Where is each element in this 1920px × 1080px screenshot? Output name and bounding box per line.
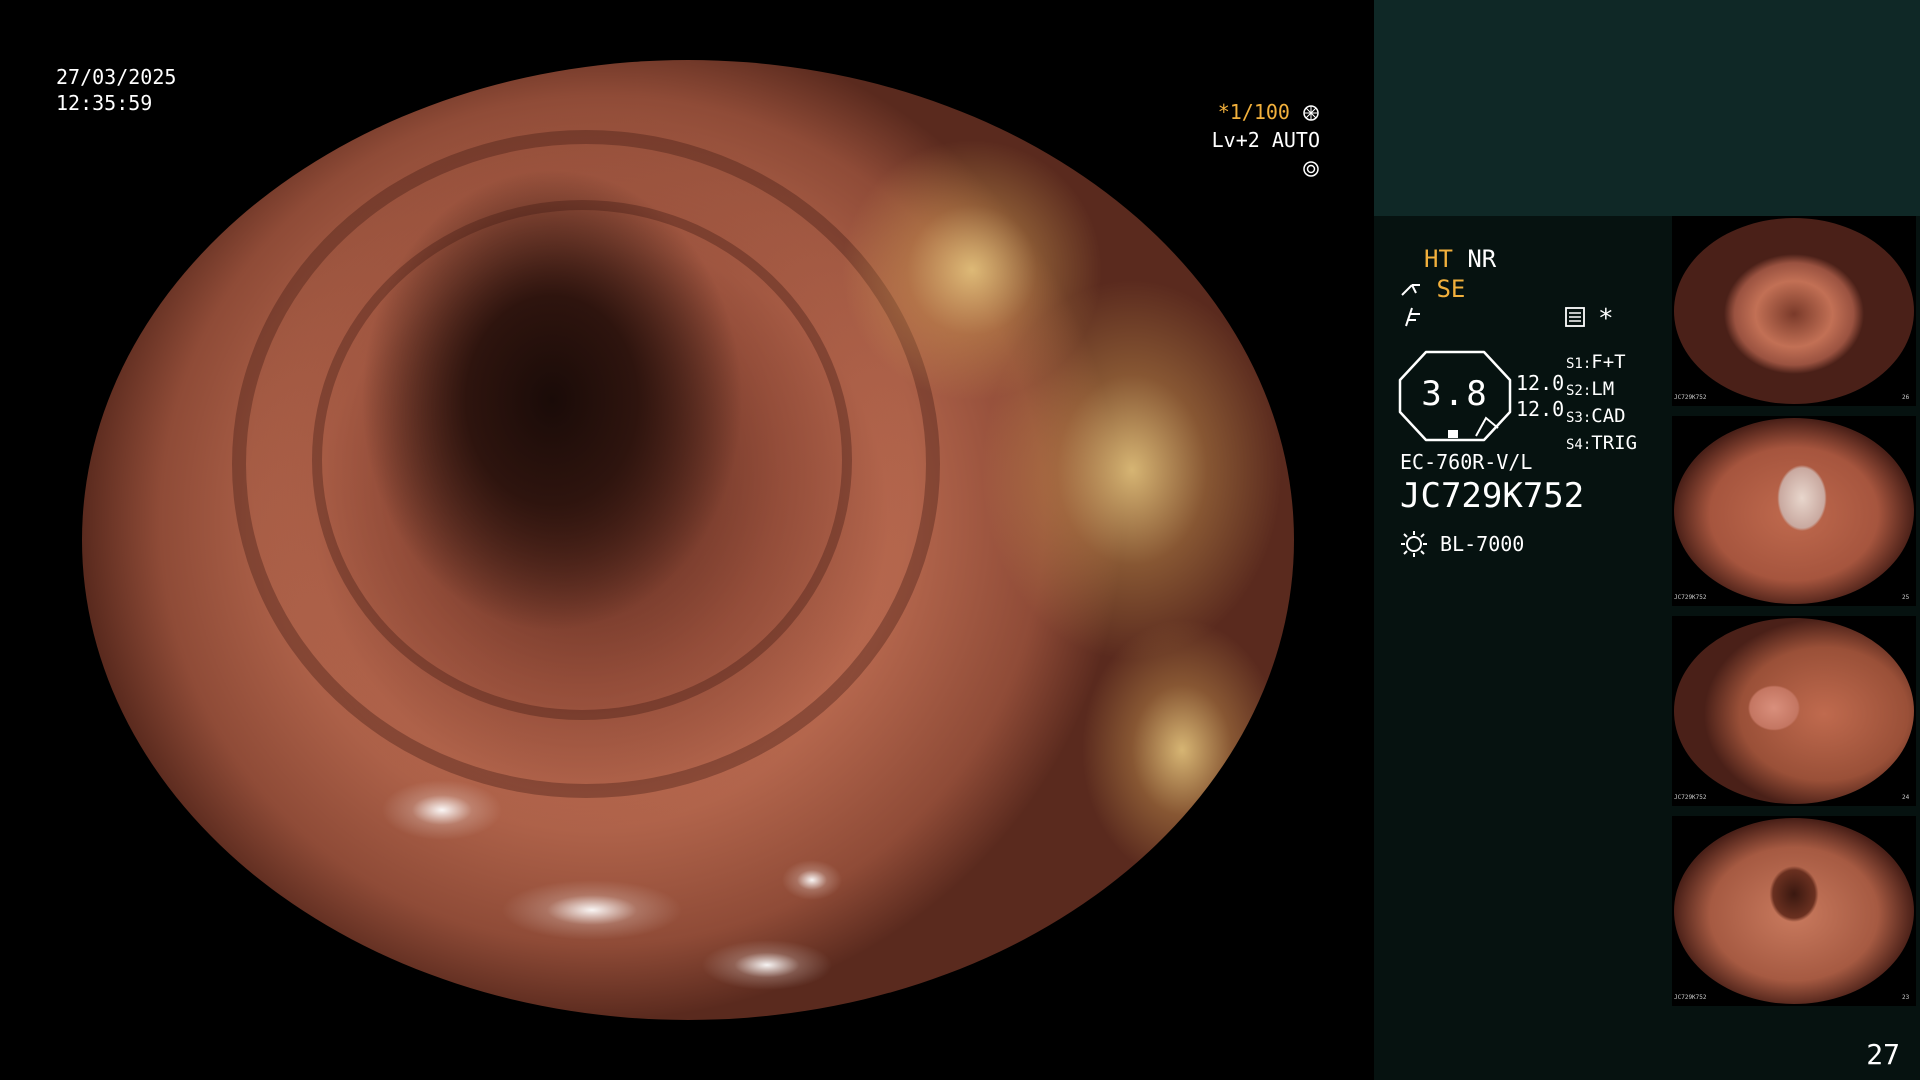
gauge-right-1: 12.0 — [1516, 371, 1565, 395]
ht-flag: HT — [1424, 245, 1453, 273]
time-text: 12:35:59 — [56, 91, 153, 115]
thumbnail[interactable]: JC729K752 25 — [1672, 416, 1916, 606]
switch-list: S1:F+T S2:LM S3:CAD S4:TRIG — [1566, 350, 1637, 458]
light-reflection — [382, 780, 502, 840]
scope-model: EC-760R-V/L — [1400, 450, 1533, 474]
endoscope-main-view — [82, 60, 1294, 1020]
switch-row: S4:TRIG — [1566, 432, 1638, 454]
switch-row: S1:F+T — [1566, 351, 1626, 373]
gauge-right: 12.0 12.0 — [1516, 370, 1564, 422]
thumbnail[interactable]: JC729K752 24 — [1672, 616, 1916, 806]
switch-row: S3:CAD — [1566, 405, 1626, 427]
thumbnail-image — [1674, 218, 1914, 404]
thumbnail-label: JC729K752 — [1674, 794, 1707, 801]
auto-icon — [1302, 156, 1320, 180]
thumbnail-index: 25 — [1902, 594, 1910, 601]
hud-flags: HT NR — [1424, 244, 1496, 274]
thumbnail-label: JC729K752 — [1674, 594, 1707, 601]
thumbnail[interactable]: JC729K752 23 — [1672, 816, 1916, 1006]
lumen-fold — [312, 200, 852, 720]
exposure-readout: *1/100 Lv+2 AUTO — [1196, 98, 1320, 182]
thumbnail-image — [1674, 818, 1914, 1004]
thumbnail-index: 26 — [1902, 394, 1910, 401]
mucus-patch — [1082, 620, 1282, 880]
thumbnail-label: JC729K752 — [1674, 394, 1707, 401]
thumbnail[interactable]: JC729K752 26 — [1672, 216, 1916, 406]
shutter-text: *1/100 — [1217, 100, 1290, 124]
nr-flag: NR — [1467, 245, 1497, 273]
thumbnail-index: 24 — [1902, 794, 1910, 801]
light-source-text: BL-7000 — [1440, 532, 1525, 556]
date-text: 27/03/2025 — [56, 65, 177, 89]
se-row: SE — [1400, 274, 1465, 304]
light-source-row: BL-7000 — [1400, 530, 1524, 558]
curve-icon — [1402, 306, 1422, 332]
aperture-icon — [1302, 100, 1320, 124]
switch-row: S2:LM — [1566, 378, 1615, 400]
asterisk-flag: * — [1598, 304, 1614, 334]
menu-icon — [1564, 306, 1586, 332]
gauge-value: 3.8 — [1421, 374, 1489, 414]
page-number: 27 — [1866, 1038, 1900, 1071]
datetime-readout: 27/03/2025 12:35:59 — [56, 64, 176, 116]
mucus-patch — [982, 280, 1282, 660]
right-top-band — [1374, 0, 1920, 216]
thumbnail-image — [1674, 618, 1914, 804]
light-reflection — [782, 860, 842, 900]
lamp-icon — [1400, 531, 1440, 557]
scope-serial: JC729K752 — [1400, 476, 1585, 516]
thumbnail-index: 23 — [1902, 994, 1910, 1001]
gauge-right-2: 12.0 — [1516, 397, 1565, 421]
se-flag: SE — [1436, 275, 1466, 303]
light-reflection — [502, 880, 682, 940]
level-text: Lv+2 AUTO — [1211, 128, 1320, 152]
thumbnail-label: JC729K752 — [1674, 994, 1707, 1001]
thumbnail-image — [1674, 418, 1914, 604]
light-reflection — [702, 940, 832, 990]
scissors-icon — [1400, 275, 1436, 303]
